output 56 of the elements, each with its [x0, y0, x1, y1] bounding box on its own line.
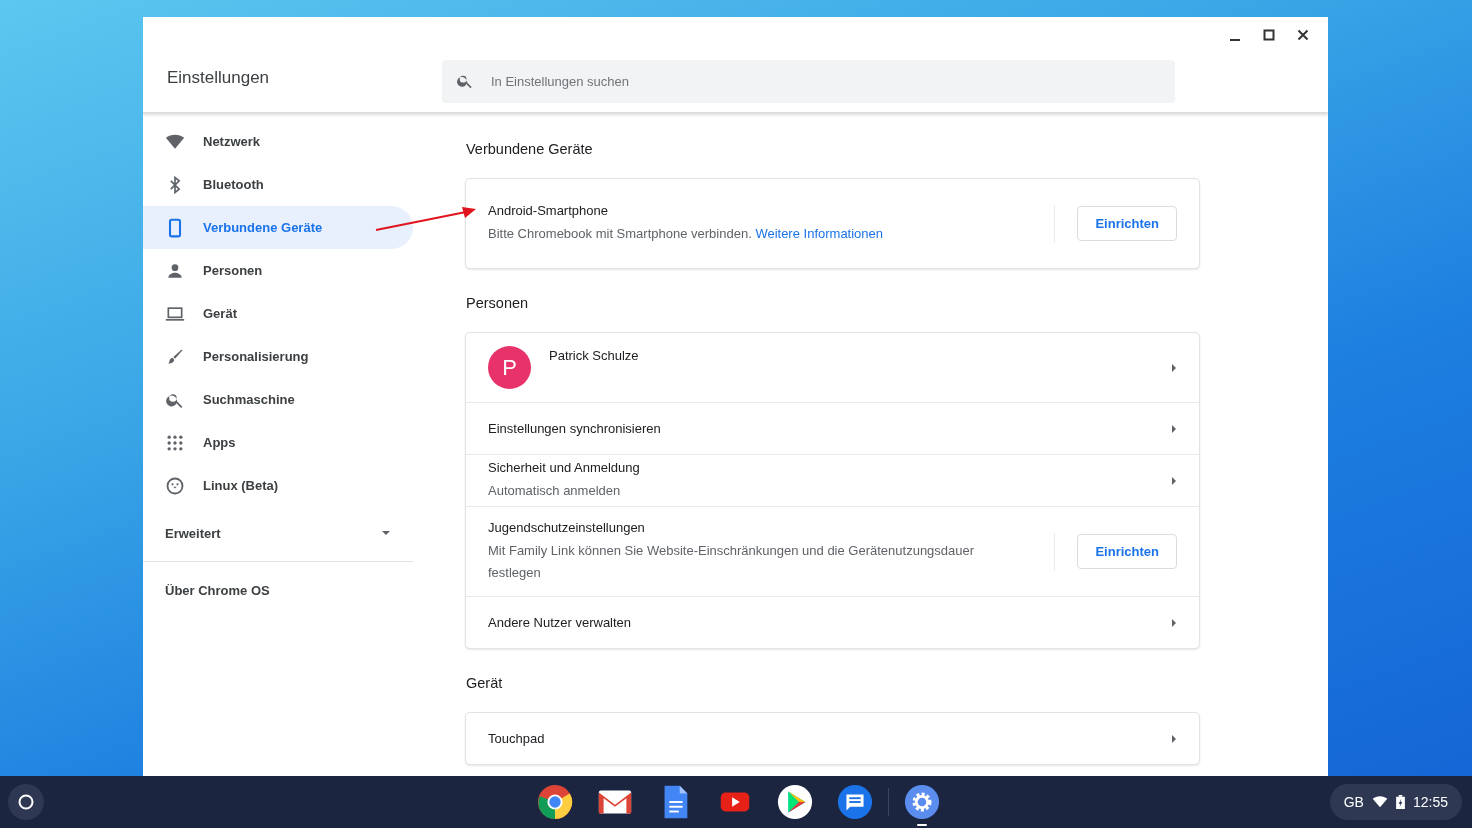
row-title: Android-Smartphone	[488, 202, 608, 218]
window-title: Einstellungen	[166, 66, 271, 89]
section-heading: Gerät	[466, 675, 503, 693]
close-icon	[1297, 29, 1309, 41]
chevron-right-icon	[1171, 423, 1177, 434]
setup-button[interactable]: Einrichten	[1077, 206, 1177, 241]
maximize-icon	[1263, 29, 1275, 41]
row-title: Sicherheit und Anmeldung	[488, 459, 640, 475]
sidebar-item[interactable]: Gerät	[143, 292, 413, 335]
row-description: Bitte Chromebook mit Smartphone verbinden.	[488, 225, 752, 241]
row-description: Automatisch anmelden	[488, 482, 621, 498]
section-heading: Personen	[466, 295, 529, 313]
chevron-right-icon	[1171, 733, 1177, 744]
row-title: Touchpad	[488, 731, 545, 746]
chrome-icon	[536, 783, 574, 821]
status-tray[interactable]: GB 12:55	[1329, 784, 1462, 820]
active-indicator	[917, 824, 927, 826]
sidebar-item[interactable]: Verbundene Geräte	[143, 206, 413, 249]
settings-row[interactable]: Touchpad	[466, 713, 1199, 764]
avatar: P	[488, 346, 531, 389]
settings-row[interactable]: P Patrick Schulze	[466, 333, 1199, 402]
circle-icon	[16, 792, 36, 812]
chevron-right-icon	[1171, 475, 1177, 486]
chevron-right-icon	[1171, 617, 1177, 628]
learn-more-link[interactable]: Weitere Informationen	[755, 225, 884, 241]
row-title: Jugendschutzeinstellungen	[488, 519, 645, 535]
battery-icon	[1395, 795, 1405, 809]
gear-icon	[903, 783, 941, 821]
wifi-icon	[1371, 794, 1388, 810]
chevron-right-icon	[1171, 362, 1177, 373]
chat-icon	[836, 783, 874, 821]
settings-row[interactable]: Sicherheit und Anmeldung Automatisch anmelden	[466, 454, 1199, 506]
launcher-button[interactable]	[8, 784, 44, 820]
keyboard-layout: GB	[1343, 794, 1364, 810]
sidebar-link[interactable]: Über Chrome OS	[165, 562, 270, 619]
row-title: Einstellungen synchronisieren	[488, 421, 661, 436]
caret-icon	[381, 528, 391, 538]
penguin-icon	[165, 475, 185, 496]
sidebar-item[interactable]: Linux (Beta)	[143, 464, 413, 507]
minimize-icon	[1230, 38, 1240, 41]
row-title: Patrick Schulze	[549, 348, 639, 363]
setup-button[interactable]: Einrichten	[1077, 534, 1177, 569]
sidebar-item[interactable]: Bluetooth	[143, 163, 413, 206]
row-title: Andere Nutzer verwalten	[488, 615, 632, 630]
sidebar-item[interactable]: Suchmaschine	[143, 378, 413, 421]
settings-row[interactable]: Einstellungen synchronisieren	[466, 402, 1199, 454]
search-field[interactable]: In Einstellungen suchen	[442, 60, 1175, 103]
row-description: Mit Family Link können Sie Website-Einschränkungen und die Gerätenutzungsdauer festlegen	[488, 542, 975, 580]
settings-row[interactable]: Andere Nutzer verwalten	[466, 596, 1199, 648]
section-heading: Verbundene Geräte	[466, 141, 593, 159]
sidebar-item[interactable]: Personen	[143, 249, 413, 292]
sidebar-item[interactable]: Netzwerk	[143, 120, 413, 163]
expand-toggle[interactable]: Erweitert	[143, 513, 413, 553]
sidebar-item[interactable]: Apps	[143, 421, 413, 464]
sidebar-item[interactable]: Personalisierung	[143, 335, 413, 378]
clock-time: 12:55	[1412, 794, 1448, 810]
